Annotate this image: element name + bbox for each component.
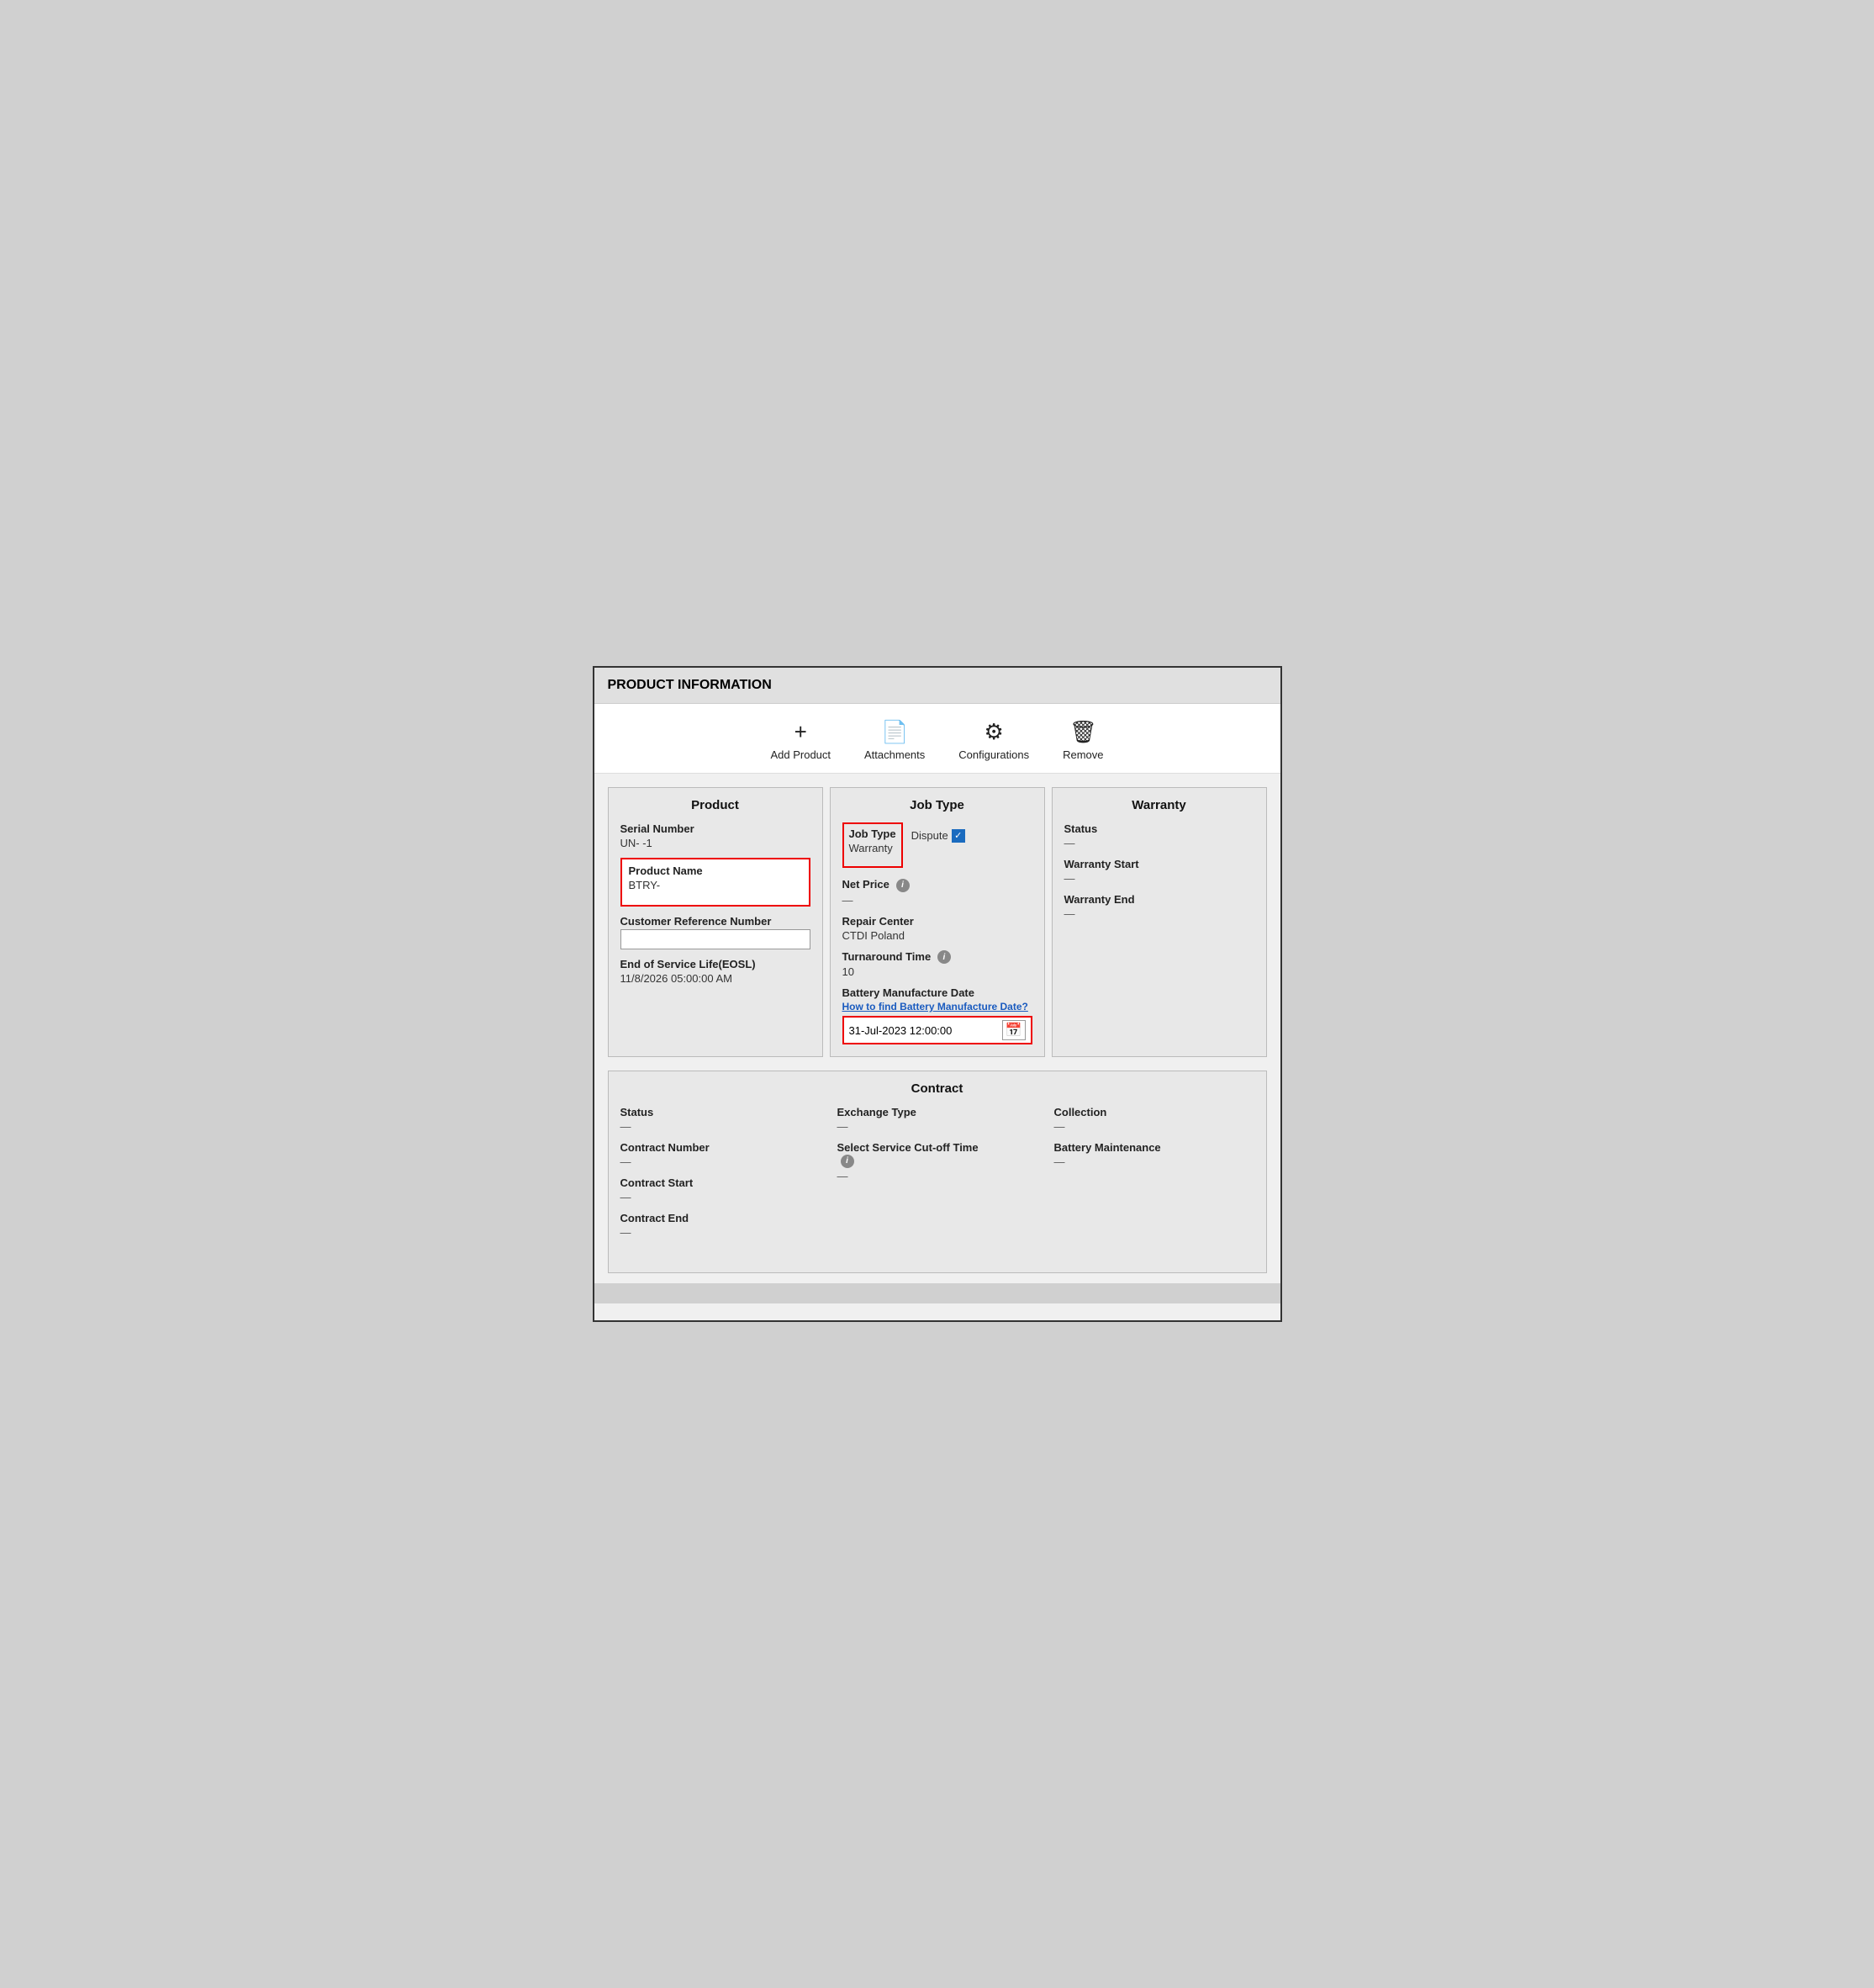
configurations-label: Configurations <box>958 748 1029 761</box>
dispute-field: Dispute ✓ <box>911 827 965 843</box>
battery-mfg-label: Battery Manufacture Date <box>842 986 1032 999</box>
footer-bar <box>594 1283 1280 1303</box>
turnaround-value: 10 <box>842 965 1032 978</box>
warranty-end-label: Warranty End <box>1064 893 1254 906</box>
attachments-button[interactable]: 📄 Attachments <box>864 719 925 761</box>
page-title: PRODUCT INFORMATION <box>608 678 772 692</box>
remove-label: Remove <box>1063 748 1103 761</box>
net-price-label: Net Price i <box>842 878 1032 892</box>
contract-number-value: — <box>620 1155 821 1168</box>
service-cutoff-value: — <box>837 1170 1037 1182</box>
customer-ref-input[interactable] <box>620 929 810 949</box>
warranty-section-title: Warranty <box>1064 798 1254 812</box>
battery-link[interactable]: How to find Battery Manufacture Date? <box>842 1001 1032 1013</box>
page-header: PRODUCT INFORMATION <box>594 668 1280 704</box>
warranty-end-value: — <box>1064 907 1254 920</box>
dispute-label: Dispute <box>911 829 948 842</box>
job-type-section-title: Job Type <box>842 798 1032 812</box>
add-product-button[interactable]: + Add Product <box>770 719 831 761</box>
contract-col-2: Exchange Type — Select Service Cut-off T… <box>837 1106 1037 1247</box>
customer-ref-label: Customer Reference Number <box>620 915 810 928</box>
contract-status-value: — <box>620 1120 821 1133</box>
service-cutoff-label: Select Service Cut-off Time i <box>837 1141 1037 1168</box>
warranty-status-label: Status <box>1064 822 1254 835</box>
calendar-icon[interactable]: 📅 <box>1002 1020 1026 1040</box>
exchange-type-label: Exchange Type <box>837 1106 1037 1118</box>
product-name-value: BTRY- <box>629 879 802 891</box>
eosl-value: 11/8/2026 05:00:00 AM <box>620 972 810 985</box>
warranty-section: Warranty Status — Warranty Start — Warra… <box>1052 787 1267 1057</box>
battery-date-value: 31-Jul-2023 12:00:00 <box>849 1024 953 1037</box>
warranty-start-value: — <box>1064 872 1254 885</box>
contract-section-title: Contract <box>620 1081 1254 1096</box>
contract-grid: Status — Contract Number — Contract Star… <box>620 1106 1254 1247</box>
net-price-value: — <box>842 894 1032 907</box>
attachments-icon: 📄 <box>881 719 908 745</box>
net-price-info-icon: i <box>896 879 910 892</box>
product-name-highlight-box: Product Name BTRY- <box>620 858 810 907</box>
repair-center-value: CTDI Poland <box>842 929 1032 942</box>
product-section-title: Product <box>620 798 810 812</box>
contract-col-3: Collection — Battery Maintenance — <box>1054 1106 1254 1247</box>
contract-status-label: Status <box>620 1106 821 1118</box>
contract-section: Contract Status — Contract Number — Cont… <box>608 1071 1267 1273</box>
contract-col-1: Status — Contract Number — Contract Star… <box>620 1106 821 1247</box>
product-name-label: Product Name <box>629 864 802 877</box>
remove-button[interactable]: 🗑 Remove <box>1063 719 1103 761</box>
repair-center-label: Repair Center <box>842 915 1032 928</box>
job-type-field: Job Type Warranty <box>842 822 903 870</box>
configurations-icon: ⚙ <box>985 719 1004 745</box>
dispute-checkbox[interactable]: ✓ <box>952 829 965 843</box>
contract-end-label: Contract End <box>620 1212 821 1224</box>
product-information-panel: PRODUCT INFORMATION + Add Product 📄 Atta… <box>593 666 1282 1322</box>
battery-maintenance-value: — <box>1054 1155 1254 1168</box>
job-type-value: Warranty <box>849 842 896 854</box>
add-product-label: Add Product <box>770 748 831 761</box>
exchange-type-value: — <box>837 1120 1037 1133</box>
serial-number-value: UN- -1 <box>620 837 810 849</box>
job-type-section: Job Type Job Type Warranty Dispute ✓ Net… <box>830 787 1045 1057</box>
job-type-label: Job Type <box>849 827 896 840</box>
job-type-dispute-row: Job Type Warranty Dispute ✓ <box>842 822 1032 870</box>
warranty-start-label: Warranty Start <box>1064 858 1254 870</box>
warranty-status-value: — <box>1064 837 1254 849</box>
main-sections-row: Product Serial Number UN- -1 Product Nam… <box>594 774 1280 1057</box>
configurations-button[interactable]: ⚙ Configurations <box>958 719 1029 761</box>
service-cutoff-info-icon: i <box>841 1155 854 1168</box>
toolbar: + Add Product 📄 Attachments ⚙ Configurat… <box>594 704 1280 774</box>
contract-start-label: Contract Start <box>620 1176 821 1189</box>
serial-number-label: Serial Number <box>620 822 810 835</box>
attachments-label: Attachments <box>864 748 925 761</box>
battery-maintenance-label: Battery Maintenance <box>1054 1141 1254 1154</box>
turnaround-info-icon: i <box>937 950 951 964</box>
remove-icon: 🗑 <box>1069 719 1097 745</box>
contract-number-label: Contract Number <box>620 1141 821 1154</box>
collection-value: — <box>1054 1120 1254 1133</box>
eosl-label: End of Service Life(EOSL) <box>620 958 810 970</box>
battery-date-input-row: 31-Jul-2023 12:00:00 📅 <box>842 1016 1032 1044</box>
turnaround-label: Turnaround Time i <box>842 950 1032 965</box>
check-icon: ✓ <box>954 830 962 841</box>
job-type-highlight-box: Job Type Warranty <box>842 822 903 868</box>
product-section: Product Serial Number UN- -1 Product Nam… <box>608 787 823 1057</box>
collection-label: Collection <box>1054 1106 1254 1118</box>
contract-start-value: — <box>620 1191 821 1203</box>
add-icon: + <box>794 719 807 745</box>
contract-end-value: — <box>620 1226 821 1239</box>
